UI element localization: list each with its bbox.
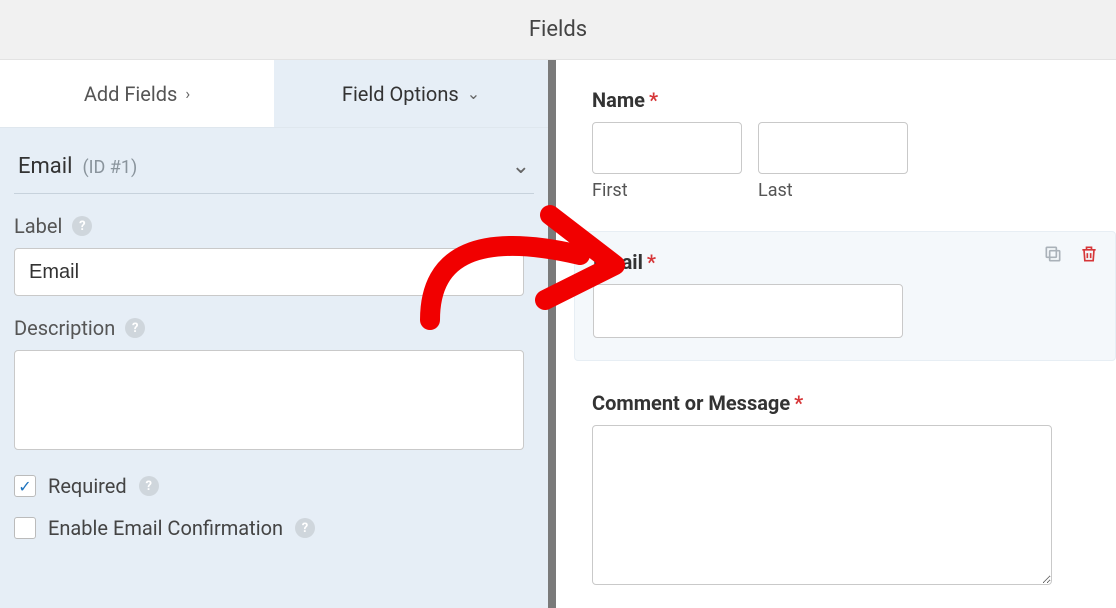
tab-add-fields[interactable]: Add Fields › <box>0 60 274 127</box>
help-icon[interactable]: ? <box>125 318 145 338</box>
required-star-icon: * <box>647 250 656 274</box>
name-field-label: Name* <box>592 88 1098 112</box>
required-row[interactable]: ✓ Required ? <box>14 474 534 498</box>
form-preview: Name* First Last Email* C <box>556 60 1116 608</box>
chevron-down-icon: ⌄ <box>512 154 530 179</box>
confirm-label: Enable Email Confirmation <box>48 516 283 540</box>
tab-field-options-label: Field Options <box>342 82 459 106</box>
settings-panel: Add Fields › Field Options ⌄ Email (ID #… <box>0 60 556 608</box>
description-input[interactable] <box>14 350 524 450</box>
chevron-right-icon: › <box>185 84 190 103</box>
label-field-label: Label <box>14 214 62 238</box>
first-name-input[interactable] <box>592 122 742 174</box>
message-field-label: Comment or Message* <box>592 391 1098 415</box>
confirm-checkbox[interactable] <box>14 517 36 539</box>
message-input[interactable] <box>592 425 1052 585</box>
last-name-input[interactable] <box>758 122 908 174</box>
help-icon[interactable]: ? <box>139 476 159 496</box>
help-icon[interactable]: ? <box>295 518 315 538</box>
first-sublabel: First <box>592 180 742 201</box>
field-header-toggle[interactable]: Email (ID #1) ⌄ <box>14 146 534 194</box>
tab-add-fields-label: Add Fields <box>84 82 178 106</box>
required-checkbox[interactable]: ✓ <box>14 475 36 497</box>
trash-icon[interactable] <box>1079 244 1101 266</box>
confirm-row[interactable]: Enable Email Confirmation ? <box>14 516 534 540</box>
chevron-down-icon: ⌄ <box>467 84 480 103</box>
last-sublabel: Last <box>758 180 908 201</box>
email-input[interactable] <box>593 284 903 338</box>
required-star-icon: * <box>794 391 803 415</box>
email-field-label: Email* <box>593 250 1097 274</box>
description-field-label: Description <box>14 316 115 340</box>
page-title: Fields <box>529 17 587 42</box>
field-id: (ID #1) <box>82 157 137 178</box>
required-star-icon: * <box>649 88 658 112</box>
field-title: Email <box>18 154 72 179</box>
label-input[interactable] <box>14 248 524 296</box>
required-label: Required <box>48 474 127 498</box>
check-icon: ✓ <box>18 477 31 496</box>
tab-field-options[interactable]: Field Options ⌄ <box>274 60 548 127</box>
email-field-block[interactable]: Email* <box>574 231 1116 361</box>
help-icon[interactable]: ? <box>72 216 92 236</box>
page-header: Fields <box>0 0 1116 60</box>
duplicate-icon[interactable] <box>1043 244 1065 266</box>
